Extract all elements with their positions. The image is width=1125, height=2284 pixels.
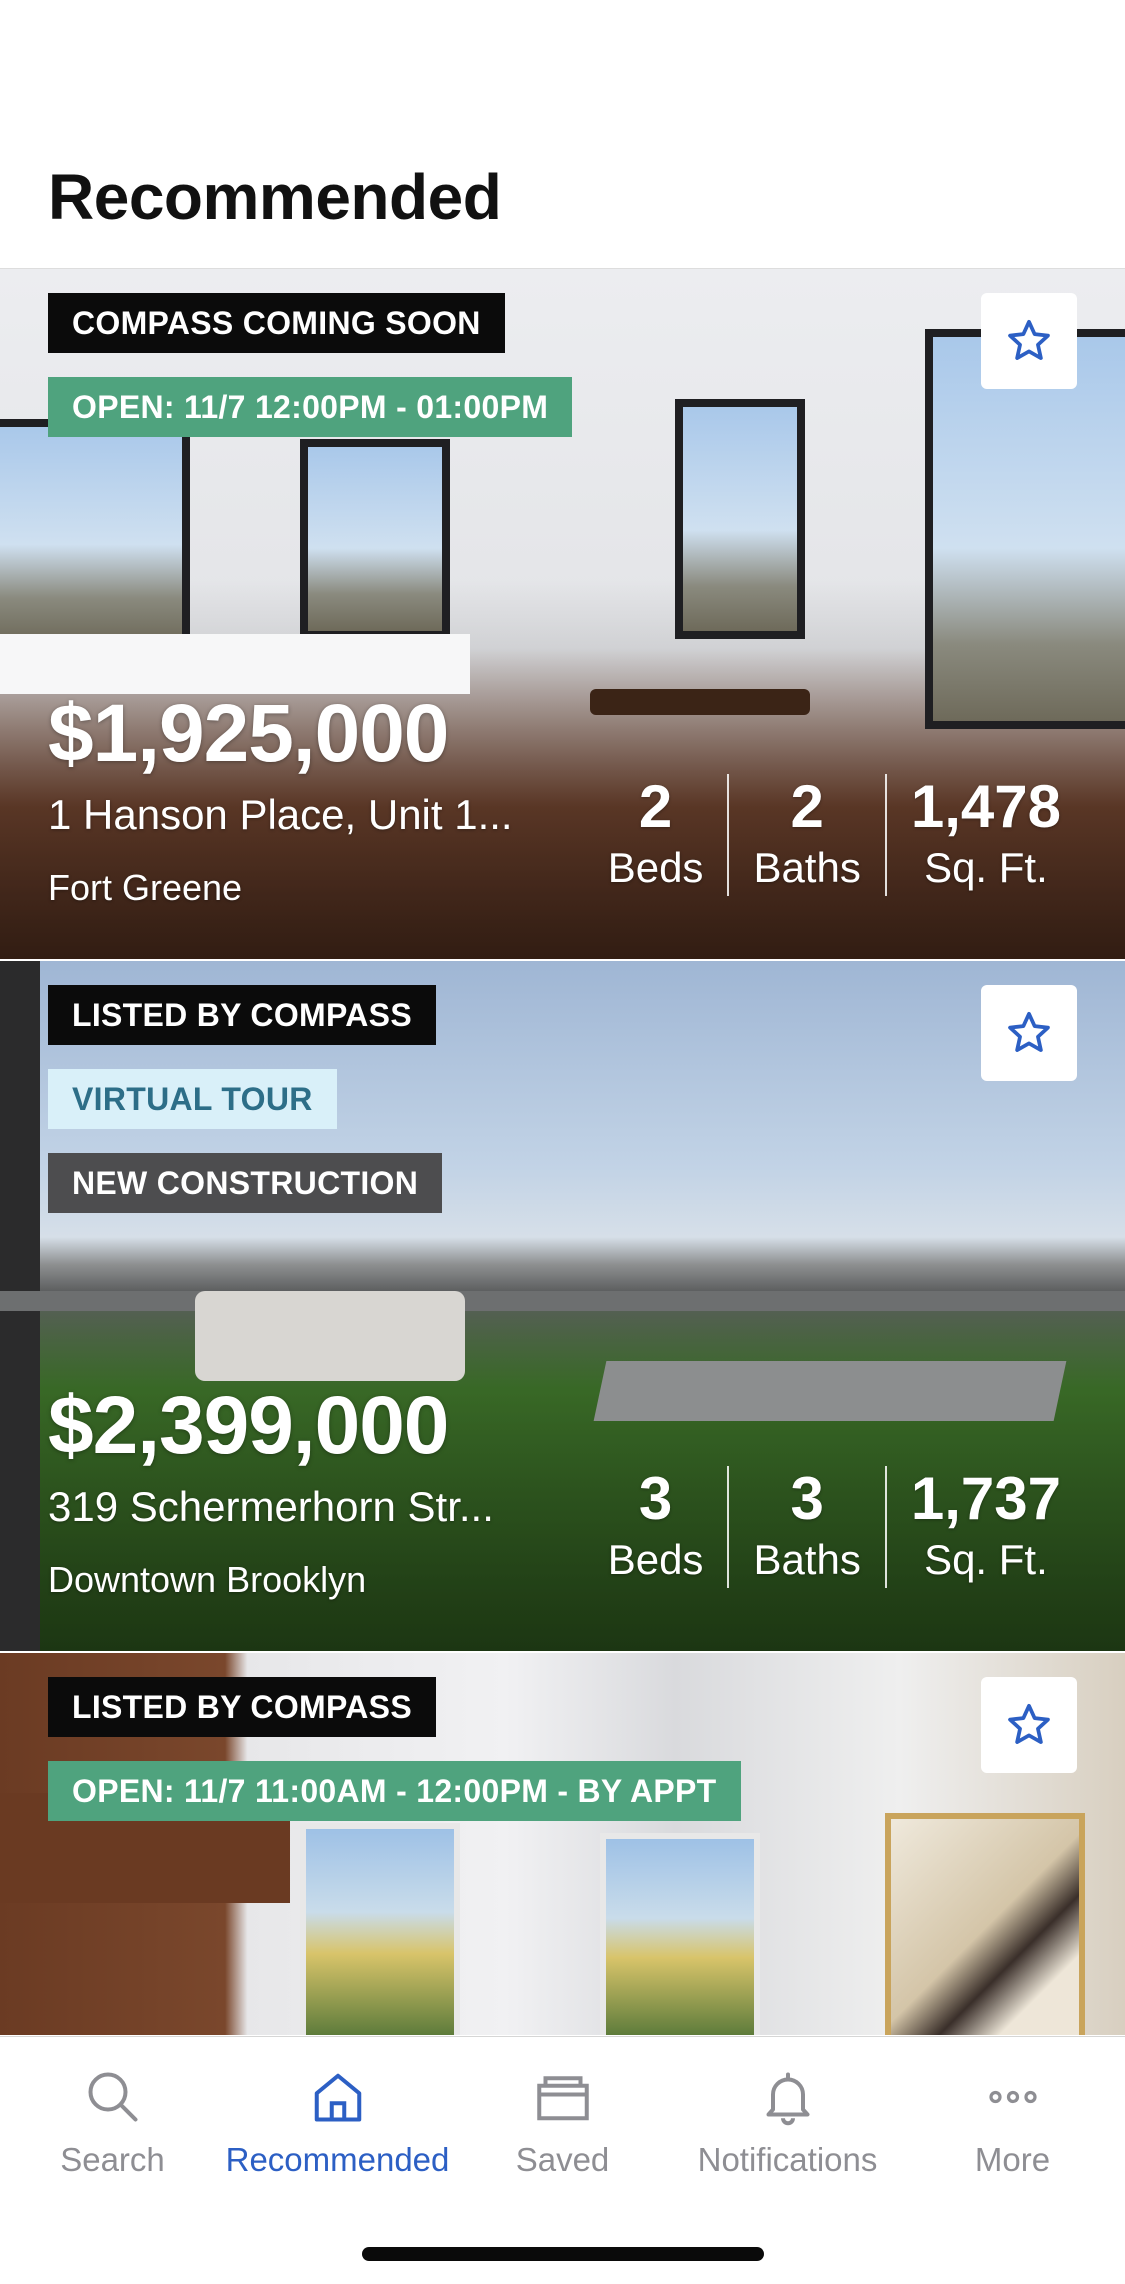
- sqft-count: 1,478: [910, 773, 1061, 840]
- sqft-stat: 1,478 Sq. Ft.: [884, 773, 1085, 896]
- tab-saved[interactable]: Saved: [450, 2067, 675, 2179]
- outdoor-table-photo-detail: [593, 1361, 1067, 1421]
- beds-label: Beds: [607, 1536, 704, 1583]
- more-icon: [988, 2090, 1037, 2104]
- favorite-button[interactable]: [981, 1677, 1077, 1773]
- beds-count: 3: [638, 1465, 673, 1532]
- tab-notifications[interactable]: Notifications: [675, 2067, 900, 2179]
- favorite-button[interactable]: [981, 985, 1077, 1081]
- dining-table-photo-detail: [590, 689, 810, 715]
- beds-count: 2: [638, 773, 673, 840]
- listing-card[interactable]: COMPASS COMING SOON OPEN: 11/7 12:00PM -…: [0, 269, 1125, 961]
- tab-label: Search: [60, 2141, 165, 2178]
- tab-recommended[interactable]: Recommended: [225, 2067, 450, 2179]
- listing-price: $2,399,000: [48, 1380, 449, 1471]
- listing-card[interactable]: LISTED BY COMPASS OPEN: 11/7 11:00AM - 1…: [0, 1653, 1125, 2036]
- virtual-tour-tag: VIRTUAL TOUR: [48, 1069, 337, 1129]
- window-photo-detail: [0, 419, 190, 649]
- listing-tag: LISTED BY COMPASS: [48, 1677, 436, 1737]
- beds-label: Beds: [607, 844, 704, 891]
- railing-photo-detail: [0, 1291, 1125, 1311]
- baths-label: Baths: [753, 844, 861, 891]
- bell-icon: [766, 2072, 809, 2126]
- listing-stats: 3 Beds 3 Baths 1,737 Sq. Ft.: [584, 1466, 1085, 1588]
- listing-address: 1 Hanson Place, Unit 1...: [48, 791, 513, 838]
- window-photo-detail: [300, 439, 450, 639]
- tab-label: Saved: [515, 2141, 610, 2178]
- sqft-label: Sq. Ft.: [924, 844, 1048, 891]
- beds-stat: 2 Beds: [584, 774, 728, 896]
- beds-stat: 3 Beds: [584, 1466, 728, 1588]
- sofa-photo-detail: [195, 1291, 465, 1381]
- baths-stat: 3 Baths: [727, 1466, 884, 1588]
- new-construction-tag: NEW CONSTRUCTION: [48, 1153, 443, 1213]
- search-icon: [88, 2072, 137, 2122]
- sqft-label: Sq. Ft.: [924, 1536, 1048, 1583]
- window-photo-detail: [600, 1833, 760, 2035]
- sqft-stat: 1,737 Sq. Ft.: [884, 1465, 1085, 1588]
- tab-more[interactable]: More: [900, 2067, 1125, 2179]
- artwork-photo-detail: [885, 1813, 1085, 2035]
- listing-neighborhood: Fort Greene: [48, 867, 243, 908]
- listing-price: $1,925,000: [48, 688, 449, 779]
- home-indicator[interactable]: [362, 2247, 764, 2261]
- home-icon: [314, 2073, 361, 2122]
- listing-tag: LISTED BY COMPASS: [48, 985, 436, 1045]
- baths-count: 3: [790, 1465, 824, 1532]
- baths-count: 2: [790, 773, 824, 840]
- star-outline-icon: [1008, 1703, 1050, 1744]
- listing-stats: 2 Beds 2 Baths 1,478 Sq. Ft.: [584, 774, 1085, 896]
- tab-label: Recommended: [225, 2141, 450, 2178]
- counter-photo-detail: [0, 634, 470, 694]
- folder-icon: [536, 2076, 589, 2121]
- baths-stat: 2 Baths: [727, 774, 884, 896]
- window-photo-detail: [925, 329, 1125, 729]
- window-photo-detail: [675, 399, 805, 639]
- listing-feed[interactable]: COMPASS COMING SOON OPEN: 11/7 12:00PM -…: [0, 268, 1125, 2036]
- favorite-button[interactable]: [981, 293, 1077, 389]
- open-house-tag: OPEN: 11/7 11:00AM - 12:00PM - BY APPT: [48, 1761, 741, 1821]
- open-house-tag: OPEN: 11/7 12:00PM - 01:00PM: [48, 377, 573, 437]
- page-title: Recommended: [48, 161, 502, 233]
- window-photo-detail: [300, 1823, 460, 2035]
- listing-tag: COMPASS COMING SOON: [48, 293, 505, 353]
- sqft-count: 1,737: [910, 1465, 1061, 1532]
- star-outline-icon: [1008, 1011, 1050, 1052]
- listing-card[interactable]: LISTED BY COMPASS VIRTUAL TOUR NEW CONST…: [0, 961, 1125, 1653]
- tab-label: More: [974, 2141, 1051, 2178]
- star-outline-icon: [1008, 319, 1050, 360]
- listing-neighborhood: Downtown Brooklyn: [48, 1559, 367, 1600]
- tab-search[interactable]: Search: [0, 2067, 225, 2179]
- listing-address: 319 Schermerhorn Str...: [48, 1483, 494, 1530]
- tab-label: Notifications: [697, 2141, 878, 2178]
- baths-label: Baths: [753, 1536, 861, 1583]
